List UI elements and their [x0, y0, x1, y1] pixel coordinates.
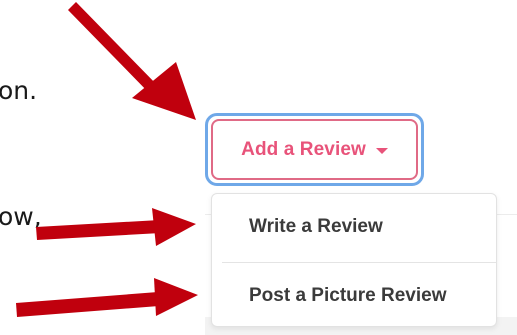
down-right-arrow-icon — [68, 2, 196, 120]
annotation-arrows — [16, 2, 198, 317]
right-arrow-icon — [36, 208, 196, 246]
right-arrow-icon — [16, 278, 198, 317]
